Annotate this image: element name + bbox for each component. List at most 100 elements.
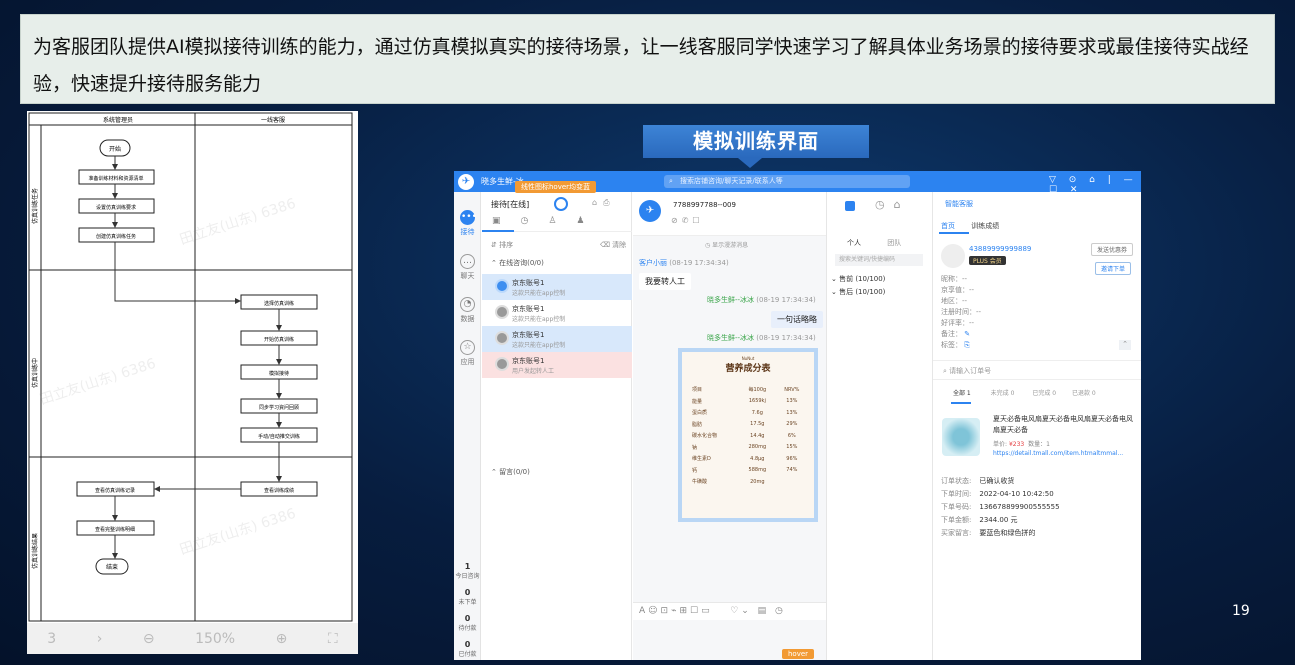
tab-personal: 个人 [847, 239, 861, 247]
order-search-input[interactable]: ⌕ 请输入订单号 [933, 360, 1141, 380]
order-time: 下单时间: 2022-04-10 10:42:50 [941, 490, 1054, 498]
conversation-item[interactable]: 京东账号1 这款只能在app控制 [482, 326, 632, 352]
field-note[interactable]: 备注： ✎ [941, 329, 970, 339]
nav-chat[interactable]: … 聊天 [454, 254, 481, 281]
zoom-in-button[interactable]: ⊕ [276, 631, 288, 647]
page-number: 19 [1232, 603, 1250, 619]
field-jingxiang: 京享值：-- [941, 286, 975, 294]
agent-message: 一句话略略 [771, 311, 823, 328]
product-title[interactable]: 夏天必备电风扇夏天必备电风扇夏天必备电风扇夏天必备 [993, 414, 1138, 436]
nav-reception[interactable]: ••• 接待 [454, 210, 481, 237]
agent-meta: 晓多生鲜--冰冰 (08-19 17:34:34) [707, 296, 816, 304]
node-start-training: 开始仿真训练 [264, 336, 294, 343]
phase-1-label: 仿真训练任务 [31, 188, 39, 224]
invite-order-button[interactable]: 邀请下单 [1095, 262, 1132, 275]
node-view-records: 查看仿真训练记录 [95, 487, 135, 494]
order-status: 订单状态: 已确认收货 [941, 477, 1015, 485]
team-search-input[interactable]: 搜索关键词/快捷编码 [835, 254, 923, 266]
active-tab-indicator [482, 230, 514, 232]
input-toolbar[interactable]: A☺⊡⌁⊞☐▭ ♡⌄ ▤ ◷ [633, 602, 826, 620]
conversation-item[interactable]: 京东账号1 用户发起转人工 [482, 352, 632, 378]
conversation-list: 接待[在线] ⌂⎙ ▣◷♙♟ ⇵ 排序 ⌫ 清除 ⌃ 在线咨询(0/0) 京东账… [482, 192, 632, 660]
app-window: ✈ 晓多生鲜-冰 线性图标hover均变蓝 ⌕ 搜索店铺咨询/聊天记录/联系人等… [454, 171, 1141, 660]
avatar [495, 357, 509, 371]
node-set-requirements: 设置仿真训练要求 [96, 204, 136, 211]
forward-icon[interactable] [845, 201, 855, 211]
active-tab-indicator [939, 232, 969, 234]
hover-badge: hover [782, 649, 815, 659]
flowchart-panel: 系统管理员 一线客服 仿真训练任务 仿真训练中 仿真训练结果 开始 准备训练材料… [27, 111, 358, 654]
node-submit: 手动/自动推交训练 [258, 433, 300, 440]
node-view-score: 查看训练成绩 [264, 487, 294, 494]
collapse-icon[interactable]: ⌃ [1119, 340, 1131, 350]
stat-consult: 1 今日咨询 [455, 562, 480, 580]
nav-label: 数据 [460, 315, 475, 323]
online-section[interactable]: ⌃ 在线咨询(0/0) [491, 258, 544, 268]
field-register: 注册时间：-- [941, 308, 982, 316]
global-search-input[interactable]: ⌕ 搜索店铺咨询/聊天记录/联系人等 [664, 175, 910, 188]
send-coupon-button[interactable]: 发送优惠券 [1091, 243, 1134, 256]
node-review: 同步学习資问回顾 [259, 404, 299, 411]
avatar [495, 305, 509, 319]
nav-data[interactable]: ◔ 数据 [454, 297, 481, 324]
product-price-row: 单价: ¥233 数量：1 [993, 441, 1050, 448]
viewer-toolbar: 3 › ⊖ 150% ⊕ ⛶ [27, 623, 358, 654]
group-aftersale[interactable]: ⌄ 售后 (10/100) [831, 287, 885, 297]
detail-tabs[interactable]: 首页 训练成绩 [941, 221, 999, 231]
order-number: 下单号码: 136678899900555555 [941, 503, 1060, 511]
stat-unordered: 0 未下单 [458, 588, 477, 606]
buyer-message: 买家留言: 要蓝色和绿色拼的 [941, 529, 1036, 537]
contact-avatar: ✈ [639, 200, 661, 222]
order-amount: 下单金额: 2344.00 元 [941, 516, 1018, 524]
reception-status: 接待[在线] [491, 200, 530, 209]
section-title: 模拟训练界面 [643, 125, 869, 158]
field-rating: 好评率：-- [941, 319, 975, 327]
nutrition-brand: NuNut [741, 356, 755, 361]
history-link[interactable]: ◷ 显示漫游消息 [705, 240, 748, 249]
conversation-item[interactable]: 京东账号1 这款只能在app控制 [482, 300, 632, 326]
zoom-out-button[interactable]: ⊖ [143, 631, 155, 647]
search-icon: ⌕ [669, 177, 673, 185]
active-tab-indicator [951, 402, 971, 404]
chat-header: ✈ 7788997788--009 ⊘✆☐ [633, 192, 826, 236]
conversation-item[interactable]: 京东账号1 这款只能在app控制 [482, 274, 632, 300]
page-indicator: 3 [47, 630, 57, 647]
zoom-level: 150% [195, 630, 236, 647]
header-tools[interactable]: ⌂⎙ [592, 198, 615, 208]
contact-tools[interactable]: ⊘✆☐ [671, 216, 704, 225]
fullscreen-button[interactable]: ⛶ [328, 631, 338, 647]
order-tabs[interactable]: 全部 1 未完成 0 已完成 0 已退款 0 [933, 388, 1141, 397]
tab-team: 团队 [887, 239, 902, 247]
node-view-detail: 查看完整训练明细 [95, 526, 135, 533]
clock-icon[interactable] [554, 197, 568, 211]
nav-apps[interactable]: ☆ 应用 [454, 340, 481, 367]
clear-button[interactable]: ⌫ 清除 [600, 240, 626, 250]
tab-score: 训练成绩 [971, 222, 1000, 230]
messages-section[interactable]: ⌃ 留言(0/0) [491, 467, 530, 477]
chat-panel: ✈ 7788997788--009 ⊘✆☐ ◷ 显示漫游消息 客户小丽 (08-… [633, 192, 826, 660]
nav-label: 接待 [460, 228, 475, 236]
search-placeholder: 搜索店铺咨询/聊天记录/联系人等 [680, 177, 783, 185]
intro-text: 为客服团队提供AI模拟接待训练的能力，通过仿真模拟真实的接待场景，让一线客服同学… [33, 36, 1249, 95]
detail-title: 智能客服 [945, 200, 973, 208]
next-page-button[interactable]: › [97, 631, 103, 647]
field-tags[interactable]: 标签： ⎘ [941, 340, 970, 350]
node-create-task: 创建仿真训练任务 [96, 233, 136, 240]
panel-tools[interactable]: ◷⌂ [875, 198, 910, 211]
product-link[interactable]: https://detail.tmall.com/item.htmaltmmal… [993, 450, 1123, 457]
lane-agent: 一线客服 [261, 116, 285, 124]
nutrition-image-message[interactable]: NuNut 营养成分表 项目 每100g NRV% 能量 1659kj 13% 蛋白质 7… [678, 348, 818, 522]
team-tabs[interactable]: 个人 团队 [827, 238, 931, 248]
chart-icon: ◔ [460, 297, 475, 312]
agent-meta: 晓多生鲜--冰冰 (08-19 17:34:34) [707, 334, 816, 342]
group-presale[interactable]: ⌄ 售前 (10/100) [831, 274, 885, 284]
user-id[interactable]: 43889999999889 [969, 245, 1031, 253]
message-icon: … [460, 254, 475, 269]
contact-name: 7788997788--009 [673, 201, 736, 209]
stat-paid: 0 已付款 [458, 640, 477, 658]
avatar [495, 331, 509, 345]
team-panel: ◷⌂ 个人 团队 搜索关键词/快捷编码 ⌄ 售前 (10/100) ⌄ 售后 (… [826, 192, 930, 660]
avatar [495, 279, 509, 293]
phase-3-label: 仿真训练结果 [31, 533, 39, 569]
sort-button[interactable]: ⇵ 排序 [491, 240, 513, 250]
